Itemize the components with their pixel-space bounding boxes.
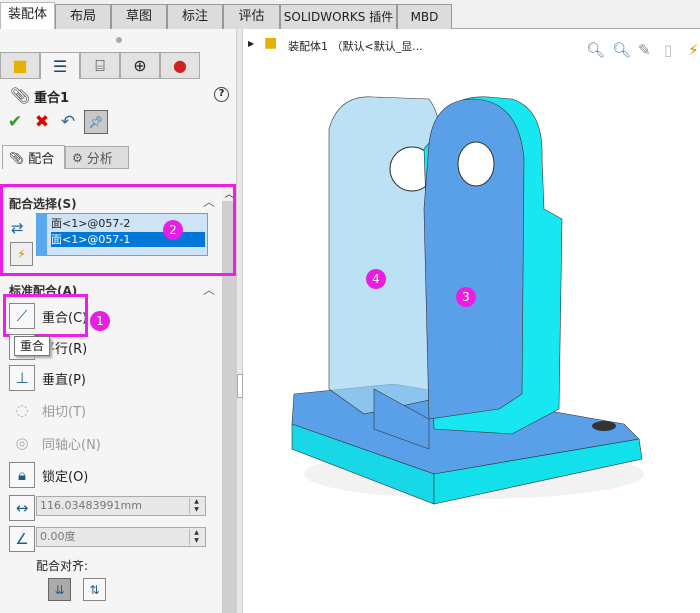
feature-manager-tab[interactable]: ■ — [0, 52, 40, 79]
assembly-icon: ■ — [12, 56, 28, 75]
swap-icon[interactable]: ⇄ — [11, 219, 24, 237]
gears-icon: ⚙ — [72, 150, 83, 165]
group-title: 配合选择(S) — [9, 197, 77, 211]
angle-value: 0.00度 — [40, 530, 76, 543]
display-manager-tab[interactable]: ● — [160, 52, 200, 79]
base-hole — [592, 421, 616, 431]
graphics-area[interactable]: ▶ ■ 装配体1 （默认<默认_显... 🔍︎ 🔍︎ ✎ ▯ ⚡ 3 4 — [244, 29, 700, 613]
aligned-button[interactable]: ⇊ — [48, 578, 71, 601]
lock-icon: 🔒︎ — [9, 462, 35, 488]
cancel-button[interactable]: ✖ — [33, 112, 51, 132]
page-title: 重合1 — [34, 91, 70, 106]
3d-model[interactable] — [244, 29, 700, 613]
tooltip: 重合 — [14, 336, 50, 356]
collapse-icon[interactable]: ︿ — [203, 281, 215, 298]
spinner-arrows[interactable]: ▲ ▼ — [189, 529, 203, 545]
pin-button[interactable]: 📌︎ — [84, 110, 108, 134]
collapse-icon[interactable]: ︿ — [203, 193, 215, 210]
undo-button[interactable]: ↶ — [58, 112, 78, 132]
list-icon: ☰ — [52, 56, 68, 76]
selection-list[interactable]: 面<1>@057-2 面<1>@057-1 2 — [36, 213, 208, 256]
mate-perpendicular[interactable]: ⊥ 垂直(P) — [9, 364, 86, 392]
distance-icon[interactable]: ↔ — [9, 495, 35, 521]
callout-badge-2: 2 — [163, 220, 183, 240]
perpendicular-icon: ⊥ — [9, 365, 35, 391]
property-manager-tab[interactable]: ☰ — [40, 52, 80, 79]
appearance-icon: ● — [173, 56, 187, 75]
tab-markup[interactable]: 标注 — [167, 4, 223, 29]
spinner-arrows[interactable]: ▲ ▼ — [189, 498, 203, 514]
ok-button[interactable]: ✔ — [6, 112, 24, 132]
help-icon[interactable]: ? — [214, 87, 229, 102]
collapse-handle[interactable] — [116, 37, 122, 43]
tab-mbd[interactable]: MBD — [397, 4, 452, 29]
paperclip-icon: 📎︎ — [10, 86, 31, 105]
mate-label: 锁定(O) — [42, 469, 89, 485]
tab-sketch[interactable]: 草图 — [111, 4, 167, 29]
paperclip-icon: 📎︎ — [9, 150, 25, 165]
crosshair-icon: ⊕ — [133, 56, 147, 75]
tab-assembly[interactable]: 装配体 — [0, 2, 55, 30]
dimxpert-tab[interactable]: ⊕ — [120, 52, 160, 79]
distance-value: 116.03483991mm — [40, 499, 142, 512]
tab-mates-label: 配合 — [28, 152, 55, 167]
highlight-box — [3, 294, 88, 337]
command-manager-tabs: 装配体 布局 草图 标注 评估 SOLIDWORKS 插件 MBD — [0, 0, 700, 30]
callout-badge-1: 1 — [90, 311, 110, 331]
concentric-icon: ◎ — [15, 434, 29, 452]
mate-lock[interactable]: 🔒︎ 锁定(O) — [9, 461, 88, 489]
angle-icon[interactable]: ∠ — [9, 526, 35, 552]
mate-tangent: ◌ 相切(T) — [9, 396, 86, 424]
tab-analysis-label: 分析 — [86, 152, 113, 167]
part-hole — [457, 141, 495, 187]
angle-input[interactable]: 0.00度 ▲ ▼ — [36, 527, 206, 547]
transparent-part-057-2 — [328, 96, 441, 415]
alignment-label: 配合对齐: — [36, 559, 89, 573]
mate-selections-group: 配合选择(S) ︿ ⇄ ⚡ 面<1>@057-2 面<1>@057-1 2 — [0, 184, 236, 276]
mate-label: 同轴心(N) — [42, 437, 101, 453]
configuration-manager-tab[interactable]: ⌸ — [80, 52, 120, 79]
distance-input[interactable]: 116.03483991mm ▲ ▼ — [36, 496, 206, 516]
tab-mates[interactable]: 📎︎ 配合 — [2, 145, 65, 169]
anti-aligned-button[interactable]: ⇅ — [83, 578, 106, 601]
callout-badge-4: 4 — [366, 269, 386, 289]
panel-splitter[interactable] — [237, 29, 243, 613]
tab-addins[interactable]: SOLIDWORKS 插件 — [280, 4, 397, 29]
mate-ref-icon[interactable]: ⚡ — [10, 242, 33, 266]
tab-analysis[interactable]: ⚙ 分析 — [65, 146, 129, 169]
tangent-icon: ◌ — [15, 401, 29, 419]
config-tree-icon: ⌸ — [95, 55, 105, 75]
mate-label: 相切(T) — [42, 404, 87, 420]
mate-concentric: ◎ 同轴心(N) — [9, 429, 101, 457]
mate-label: 垂直(P) — [42, 372, 86, 388]
tab-layout[interactable]: 布局 — [55, 4, 111, 29]
callout-badge-3: 3 — [456, 287, 476, 307]
property-manager: ■ ☰ ⌸ ⊕ ● 📎︎ 重合1 ? ✔ ✖ ↶ 📌︎ 📎︎ 配合 ⚙ 分析 ︿ 配… — [0, 29, 237, 613]
tab-evaluate[interactable]: 评估 — [223, 4, 280, 29]
